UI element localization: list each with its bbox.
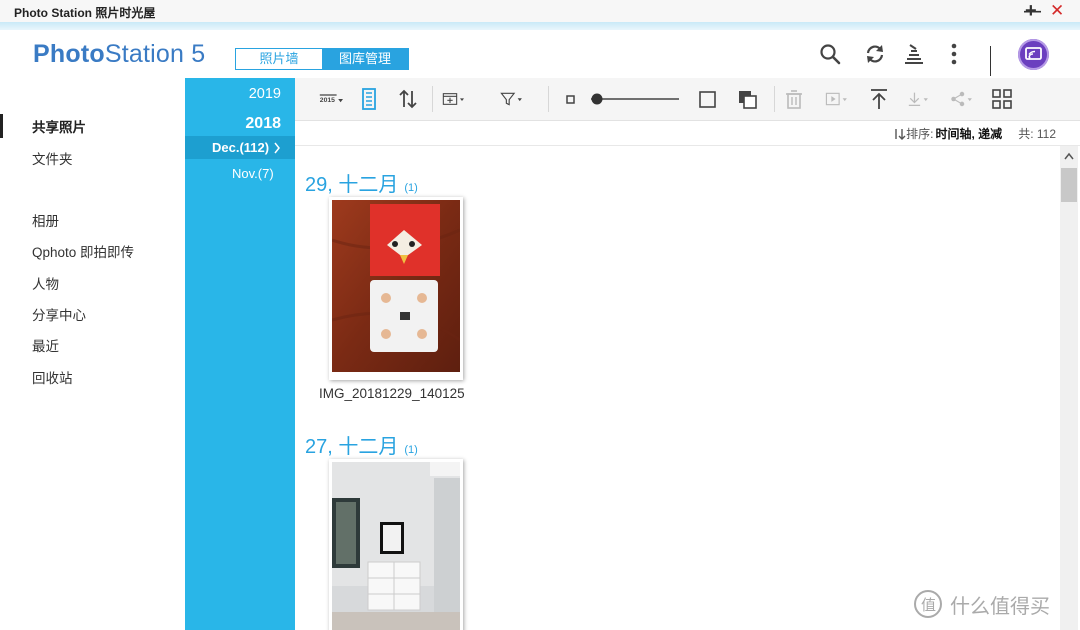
delete-icon[interactable] <box>782 87 806 111</box>
slideshow-icon[interactable] <box>825 87 849 111</box>
window-title: Photo Station 照片时光屋 <box>14 6 156 20</box>
sidebar: 共享照片 文件夹 相册 Qphoto 即拍即传 人物 分享中心 最近 回收站 <box>0 78 185 630</box>
sidebar-item-qphoto[interactable]: Qphoto 即拍即传 <box>32 241 134 261</box>
sort-bar: 排序: 时间轴, 递减 共: 112 <box>295 121 1080 146</box>
photo-content: 29, 十二月 (1) IMG_20181229_140125 27, 十二月 (1… <box>295 146 1060 630</box>
sort-info: 排序: 时间轴, 递减 共: 112 <box>892 125 1056 142</box>
content-scrollbar[interactable] <box>1060 146 1078 630</box>
photo-image <box>332 462 460 630</box>
year-view-icon[interactable]: 2015 <box>319 87 343 111</box>
total-count: 共: 112 <box>1018 127 1056 141</box>
more-options-icon[interactable] <box>942 42 966 66</box>
sidebar-item-albums[interactable]: 相册 <box>32 210 59 230</box>
toolbar-separator <box>548 86 549 112</box>
thumbnail-size-slider[interactable] <box>587 90 681 108</box>
toolbar: 2015 <box>295 78 1080 121</box>
avatar[interactable] <box>1018 39 1049 70</box>
timeline-view-icon[interactable] <box>357 87 381 111</box>
app-logo: PhotoStation 5 <box>33 40 206 68</box>
sort-value[interactable]: 时间轴, 递减 <box>936 125 1003 142</box>
toolbar-separator <box>432 86 433 112</box>
large-thumbnail-icon[interactable] <box>696 87 720 111</box>
sidebar-item-shared-photos[interactable]: 共享照片 <box>32 116 86 136</box>
filter-icon[interactable] <box>500 87 524 111</box>
timeline-month-nov[interactable]: Nov.(7) <box>232 166 274 181</box>
toolbar-separator <box>774 86 775 112</box>
grid-icon[interactable] <box>990 87 1014 111</box>
cast-icon <box>1025 47 1042 60</box>
date-count: (1) <box>404 182 418 194</box>
sort-label: 排序: <box>906 127 934 141</box>
sidebar-item-recent[interactable]: 最近 <box>32 335 59 355</box>
svg-text:值: 值 <box>921 596 936 614</box>
date-count: (1) <box>404 444 418 456</box>
scroll-up-icon[interactable] <box>1064 152 1074 160</box>
header-divider <box>990 46 991 76</box>
mode-tabs: 照片墙 图库管理 <box>235 48 409 70</box>
date-label: 29, 十二月 <box>305 174 399 196</box>
timeline-year-2018[interactable]: 2018 <box>245 115 281 133</box>
photo-thumbnail[interactable] <box>329 459 463 630</box>
sidebar-item-folders[interactable]: 文件夹 <box>32 148 73 168</box>
window-titlebar: Photo Station 照片时光屋 — + ✕ <box>0 0 1080 23</box>
maximize-icon[interactable]: + <box>1025 1 1037 21</box>
download-icon[interactable] <box>906 87 930 111</box>
background-task-icon[interactable] <box>902 42 926 66</box>
upload-icon[interactable] <box>867 87 891 111</box>
timeline-year-2019[interactable]: 2019 <box>249 86 281 102</box>
watermark-logo-icon: 值 <box>914 590 942 618</box>
refresh-icon[interactable] <box>863 42 887 66</box>
date-label: 27, 十二月 <box>305 436 399 458</box>
add-icon[interactable] <box>442 87 466 111</box>
tab-library-management[interactable]: 图库管理 <box>322 49 408 69</box>
sidebar-item-recycle-bin[interactable]: 回收站 <box>32 367 73 387</box>
header-strip <box>0 22 1080 30</box>
date-group-header: 29, 十二月 (1) <box>305 168 418 197</box>
date-group-header: 27, 十二月 (1) <box>305 430 418 459</box>
sort-order-icon[interactable] <box>892 127 906 141</box>
search-icon[interactable] <box>818 42 842 66</box>
close-button[interactable]: ✕ <box>1050 1 1064 21</box>
timeline-panel: 2019 2018 Dec.(112) Nov.(7) <box>185 78 295 630</box>
photo-image <box>331 200 461 372</box>
multi-view-icon[interactable] <box>736 87 760 111</box>
sidebar-active-marker <box>0 114 3 138</box>
chevron-right-icon <box>274 142 280 154</box>
sidebar-item-people[interactable]: 人物 <box>32 273 59 293</box>
photo-thumbnail[interactable] <box>329 197 463 380</box>
tab-photo-wall[interactable]: 照片墙 <box>236 49 322 69</box>
photo-filename: IMG_20181229_140125 <box>319 386 465 401</box>
watermark: 值 什么值得买 <box>912 588 1050 620</box>
timeline-month-dec[interactable]: Dec.(112) <box>212 140 269 155</box>
small-thumbnail-icon[interactable] <box>559 87 583 111</box>
share-icon[interactable] <box>950 87 974 111</box>
svg-text:2015: 2015 <box>320 97 335 104</box>
sort-icon[interactable] <box>396 87 420 111</box>
app-header: PhotoStation 5 照片墙 图库管理 <box>0 30 1080 78</box>
sidebar-item-share-center[interactable]: 分享中心 <box>32 304 86 324</box>
watermark-text: 什么值得买 <box>950 595 1050 618</box>
scroll-thumb[interactable] <box>1061 168 1077 202</box>
